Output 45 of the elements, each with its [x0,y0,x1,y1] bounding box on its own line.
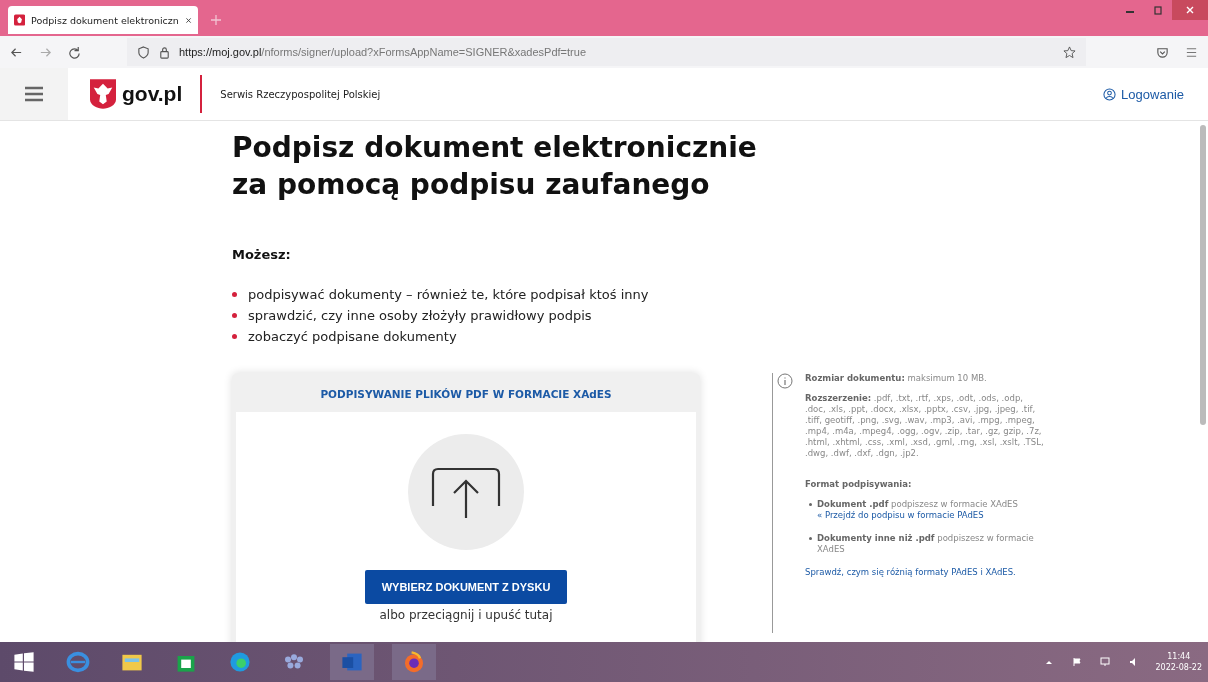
pades-link[interactable]: « Przejdź do podpisu w formacie PAdES [817,510,1018,521]
bullet-icon [232,334,237,339]
address-bar[interactable]: https://moj.gov.pl/nforms/signer/upload?xFormsAppName=SIGNER&xadesPdf=true [127,38,1086,66]
menu-button[interactable] [0,68,68,120]
clock[interactable]: 11:44 2022-08-22 [1155,651,1202,673]
shield-icon [137,45,150,59]
site-logo[interactable]: gov.pl [90,79,183,109]
compare-formats-link[interactable]: Sprawdź, czym się różnią formaty PAdES i XAdES. [805,567,1045,578]
flag-icon[interactable] [1071,657,1082,667]
login-link[interactable]: Logowanie [1103,86,1184,102]
tab-title: Podpisz dokument elektroniczn [31,14,179,26]
format-heading: Format podpisywania: [805,479,913,490]
card-title: PODPISYWANIE PLIKÓW PDF W FORMACIE XAdES [319,387,613,402]
bullet-icon [809,537,812,540]
drop-hint: albo przeciągnij i upuść tutaj [379,608,553,622]
size-info: Rozmiar dokumentu: maksimum 10 MB. [805,373,988,384]
intro-heading: Możesz: [232,247,292,262]
bullet-text: podpisywać dokumenty – również te, które podpisał ktoś inny [248,287,649,302]
format-text: Dokument .pdf podpiszesz w formacie XAdES [817,499,1018,510]
scrollbar[interactable] [1200,125,1206,425]
choose-file-button[interactable]: WYBIERZ DOKUMENT Z DYSKU [364,570,568,604]
pocket-icon[interactable] [1156,45,1169,59]
menu-icon [24,86,44,102]
upload-icon [408,434,524,550]
reload-icon[interactable] [68,45,81,59]
extensions-info: Rozszerzenie: .pdf, .txt, .rtf, .xps, .odt, .ods, .odp, .doc, .xls, .ppt, .docx, .xlsx, .pptx, .csv, .jpg, .jpeg, .tif, .tiff, geotiff, .png, .svg, .wav, .mp3, .avi, .mpg, .mpeg, .mp4, .m4a, .mpeg4, .ogg, .ogv, .zip, .tar, .gz, gzip, .7z, .html, .xhtml, .css, .xml, .xsd, .gml, .rng, .xsl, .xslt, .TSL, .dwg, .dwf, .dxf, .dgn, .jp2. [805,393,1045,459]
close-icon[interactable] [184,15,192,25]
network-icon[interactable] [1099,657,1110,667]
format-text: Dokumenty inne niż .pdf podpiszesz w formacie XAdES [817,533,1035,555]
restore-icon[interactable] [1152,4,1164,16]
star-icon[interactable] [1063,45,1076,59]
info-icon [777,373,793,389]
browser-tab[interactable]: Podpisz dokument elektroniczn [8,6,198,34]
bullet-icon [232,313,237,318]
lock-icon [158,45,171,59]
service-name: Serwis Rzeczypospolitej Polskiej [220,88,381,100]
speaker-icon[interactable] [1127,657,1138,667]
user-icon [1103,87,1117,101]
menu-icon[interactable] [1185,45,1198,59]
bullet-text: sprawdzić, czy inne osoby złożyły prawidłowy podpis [248,308,592,323]
bullet-icon [232,292,237,297]
page-title: Podpisz dokument elektronicznie za pomocą podpisu zaufanego [232,130,758,203]
url-text: https://moj.gov.pl/nforms/signer/upload?xFormsAppName=SIGNER&xadesPdf=true [179,46,586,58]
bullet-icon [809,503,812,506]
bullet-text: zobaczyć podpisane dokumenty [248,329,457,344]
